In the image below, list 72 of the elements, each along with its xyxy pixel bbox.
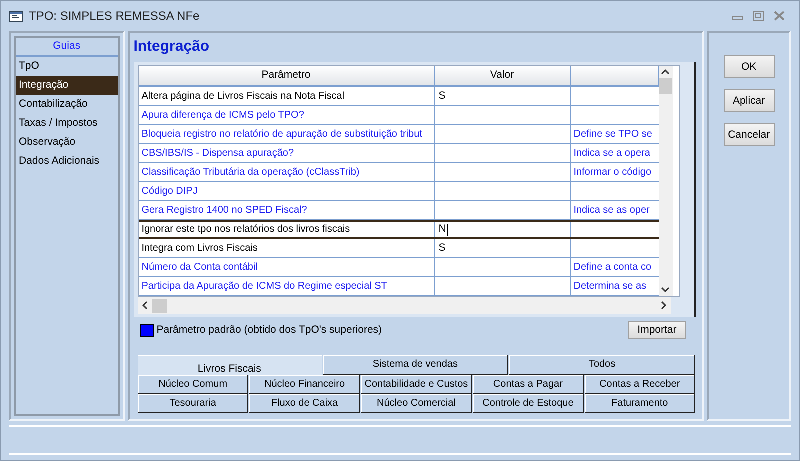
table-row[interactable]: Ignorar este tpo nos relatórios dos livros fiscais N [138,220,659,239]
sidebar-item[interactable]: Integração [16,76,118,95]
table-row[interactable]: Bloqueia registro no relatório de apuração de substituição tribut Define se TPO se [138,125,659,144]
tab[interactable]: Contas a Pagar [472,375,584,394]
table-cell-text: Define se TPO se [574,128,652,142]
tab[interactable]: Controle de Estoque [472,394,584,413]
import-button[interactable]: Importar [628,321,686,339]
sidebar-item[interactable]: Dados Adicionais [16,152,118,171]
tab[interactable]: Sistema de vendas [322,355,508,375]
text-cursor [447,224,448,236]
table-cell-text: Número da Conta contábil [142,260,258,274]
tab[interactable]: Faturamento [584,394,696,413]
column-header[interactable]: Parâmetro [138,66,435,85]
table-cell-text: Bloqueia registro no relatório de apuração de substituição tribut [142,128,422,142]
scroll-left-icon[interactable] [142,301,148,310]
tab[interactable]: Tesouraria [138,394,248,413]
table-cell-text: Gera Registro 1400 no SPED Fiscal? [142,204,308,218]
table-cell-text: S [438,240,446,256]
table-row[interactable]: Gera Registro 1400 no SPED Fiscal? Indica se as oper [138,201,659,220]
table-cell-text: Indica se a opera [574,146,650,160]
apply-button[interactable]: Aplicar [724,89,775,112]
section-heading: Integração [134,37,211,57]
table-row[interactable]: Altera página de Livros Fiscais na Nota Fiscal S [138,87,659,106]
tab[interactable]: Núcleo Comercial [361,394,472,413]
tab[interactable]: Núcleo Financeiro [249,375,360,394]
table-cell-text: Define a conta co [574,260,652,274]
table-row[interactable]: Número da Conta contábil Define a conta co [138,258,659,277]
tab[interactable]: Contas a Receber [584,375,696,394]
table-cell-text: Indica se as oper [574,204,650,218]
tab[interactable]: Todos [509,355,696,375]
table-cell-text: N [438,222,446,237]
scroll-down-icon[interactable] [661,287,670,293]
vertical-scrollbar[interactable] [658,66,673,296]
tab[interactable]: Livros Fiscais [138,355,322,375]
maximize-icon[interactable] [753,11,764,21]
table-cell-text: Determina se as [574,280,647,294]
legend-label: Parâmetro padrão (obtido dos TpO's superiores) [156,324,382,336]
table-cell-text: Participa da Apuração de ICMS do Regime especial ST [142,280,388,294]
table-row[interactable]: CBS/IBS/IS - Dispensa apuração? Indica se a opera [138,144,659,163]
window-title: TPO: SIMPLES REMESSA NFe [29,9,200,23]
scroll-thumb[interactable] [659,78,672,94]
horizontal-scrollbar[interactable] [138,297,671,314]
tab[interactable]: Núcleo Comum [138,375,248,394]
sidebar-item[interactable]: Contabilização [16,95,118,114]
tab[interactable]: Fluxo de Caixa [249,394,360,413]
scroll-up-icon[interactable] [661,69,670,75]
close-icon[interactable] [774,11,785,21]
table-row[interactable]: Participa da Apuração de ICMS do Regime especial ST Determina se as [138,277,659,296]
table-row[interactable]: Apura diferença de ICMS pelo TPO? [138,106,659,125]
table-row[interactable]: Integra com Livros Fiscais S [138,239,659,258]
table-cell-text: Ignorar este tpo nos relatórios dos livros fiscais [142,223,350,237]
table-cell-text: Integra com Livros Fiscais [142,242,258,256]
table-cell-text: S [438,88,446,104]
ok-button[interactable]: OK [724,55,775,78]
sidebar-item[interactable]: Taxas / Impostos [16,114,118,133]
table-cell-text: Código DIPJ [142,184,198,198]
table-cell-text: Classificação Tributária da operação (cClassTrib) [142,166,360,180]
sidebar-item[interactable]: TpO [16,57,118,76]
table-cell-text: Apura diferença de ICMS pelo TPO? [142,108,304,122]
sidebar-item[interactable]: Observação [16,133,118,152]
cancel-button[interactable]: Cancelar [724,123,775,146]
table-row[interactable]: Classificação Tributária da operação (cClassTrib) Informar o código [138,163,659,182]
window-icon [9,10,23,22]
table-row[interactable]: Código DIPJ [138,182,659,201]
tab[interactable]: Contabilidade e Custos [361,375,472,394]
sidebar-title: Guias [16,38,118,57]
column-header[interactable]: Valor [434,66,571,85]
table-cell-text: Informar o código [574,166,652,180]
scroll-thumb[interactable] [152,298,167,312]
table-cell-text: CBS/IBS/IS - Dispensa apuração? [142,146,294,160]
scroll-right-icon[interactable] [660,301,667,310]
table-cell-text: Altera página de Livros Fiscais na Nota Fiscal [142,90,345,104]
